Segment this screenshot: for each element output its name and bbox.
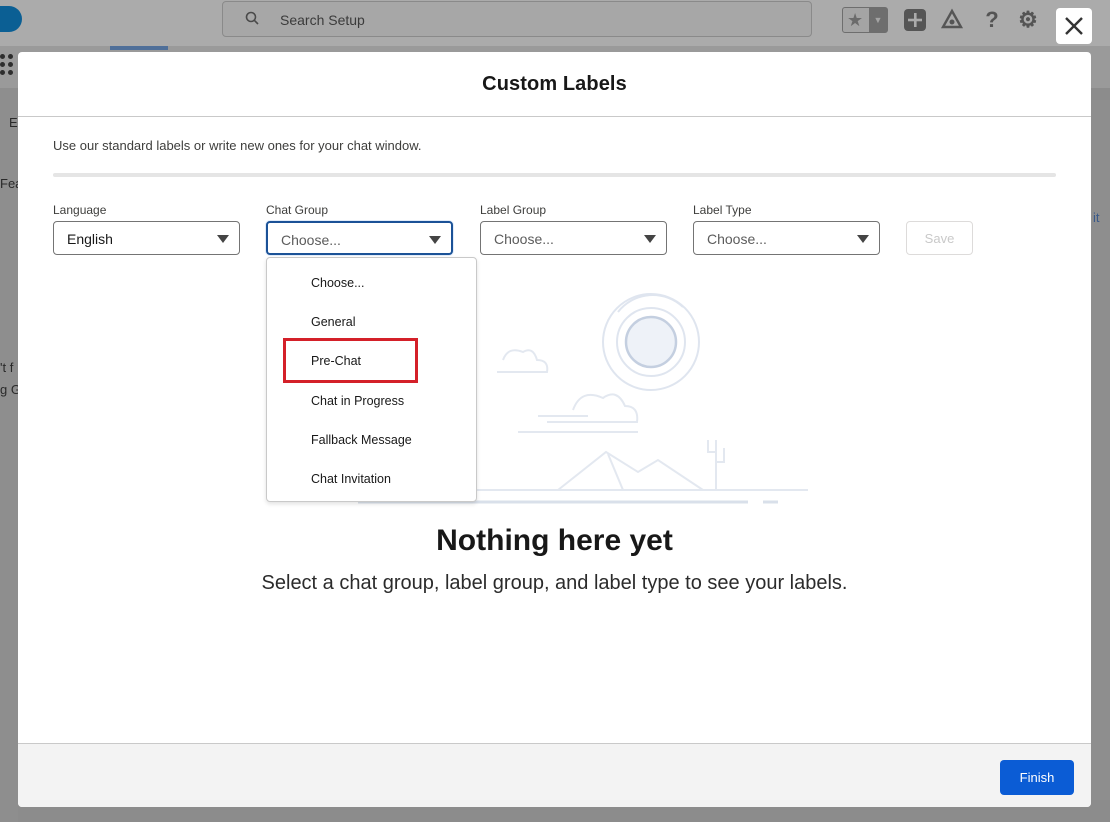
star-icon: ★ <box>847 10 864 30</box>
modal-title: Custom Labels <box>482 72 627 95</box>
background-text: it <box>1093 210 1100 225</box>
background-text: E <box>9 115 18 130</box>
label-group-select[interactable]: Choose... <box>480 221 667 255</box>
chat-group-field: Chat Group Choose... <box>266 203 453 255</box>
save-button[interactable]: Save <box>906 221 973 255</box>
chevron-down-icon <box>429 236 441 244</box>
modal-header: Custom Labels <box>18 52 1091 117</box>
chat-group-select[interactable]: Choose... <box>266 221 453 255</box>
language-select[interactable]: English <box>53 221 240 255</box>
dropdown-option-chat-invitation[interactable]: Chat Invitation <box>311 472 391 486</box>
label-type-field: Label Type Choose... <box>693 203 880 255</box>
modal-footer: Finish <box>18 743 1091 807</box>
dropdown-option-chat-in-progress[interactable]: Chat in Progress <box>311 394 404 408</box>
empty-state-title: Nothing here yet <box>436 524 673 557</box>
chat-group-value: Choose... <box>281 232 341 248</box>
empty-state-subtitle: Select a chat group, label group, and la… <box>261 572 848 594</box>
modal-intro-text: Use our standard labels or write new one… <box>53 138 422 153</box>
highlight-annotation-box <box>283 338 418 383</box>
language-value: English <box>67 231 113 247</box>
language-field: Language English <box>53 203 240 255</box>
custom-labels-modal: Custom Labels Use our standard labels or… <box>18 52 1091 807</box>
label-group-label: Label Group <box>480 203 547 217</box>
chevron-down-icon: ▼ <box>869 8 887 32</box>
finish-button[interactable]: Finish <box>1000 760 1074 795</box>
language-label: Language <box>53 203 107 217</box>
label-type-select[interactable]: Choose... <box>693 221 880 255</box>
label-type-label: Label Type <box>693 203 752 217</box>
setup-search-box[interactable]: Search Setup <box>222 1 812 37</box>
setup-search-placeholder: Search Setup <box>280 12 365 28</box>
close-icon <box>1065 17 1083 35</box>
background-right-panel <box>1091 100 1110 800</box>
app-launcher-icon[interactable] <box>0 54 16 80</box>
help-icon[interactable]: ? <box>980 8 1004 32</box>
dropdown-option-general[interactable]: General <box>311 315 355 329</box>
chevron-down-icon <box>857 235 869 243</box>
dropdown-option-fallback-message[interactable]: Fallback Message <box>311 433 412 447</box>
trailhead-icon[interactable] <box>940 8 964 32</box>
chat-group-label: Chat Group <box>266 203 329 217</box>
search-icon <box>245 11 259 25</box>
label-group-value: Choose... <box>494 231 554 247</box>
label-group-field: Label Group Choose... <box>480 203 667 255</box>
chevron-down-icon <box>644 235 656 243</box>
favorites-button[interactable]: ★ ▼ <box>842 7 888 33</box>
background-text: 't f <box>0 360 14 375</box>
chevron-down-icon <box>217 235 229 243</box>
section-divider <box>53 173 1056 177</box>
background-left-panel <box>0 88 18 822</box>
label-type-value: Choose... <box>707 231 767 247</box>
add-icon[interactable] <box>903 8 927 32</box>
chat-group-dropdown: Choose... General Pre-Chat Chat in Progr… <box>266 257 477 502</box>
active-tab-indicator <box>110 46 168 50</box>
gear-icon[interactable]: ⚙ <box>1016 8 1040 32</box>
close-button[interactable] <box>1056 8 1092 44</box>
dropdown-option-choose[interactable]: Choose... <box>311 276 365 290</box>
